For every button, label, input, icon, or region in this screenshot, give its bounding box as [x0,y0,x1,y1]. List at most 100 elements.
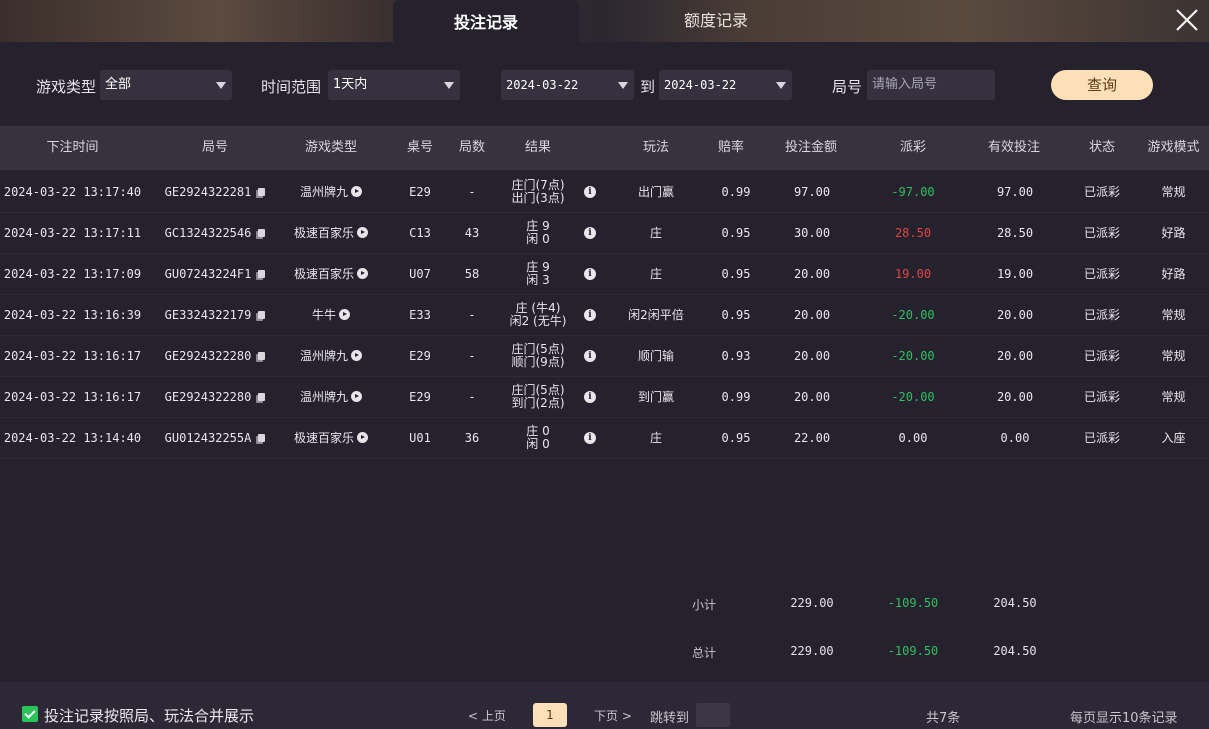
query-button[interactable]: 查询 [1051,70,1153,100]
game-type-cell: 温州牌九 [285,335,377,376]
table-cell-text: E33 [409,307,431,322]
result-line: 闲2 (无牛) [509,313,567,328]
tab-credit-records[interactable]: 额度记录 [640,0,792,38]
info-icon[interactable]: i [584,267,596,280]
odds-cell: 0.99 [710,376,762,417]
copy-icon[interactable] [258,228,266,237]
mode-cell-text: 常规 [1161,308,1186,322]
header-table: 桌号 [406,140,433,155]
bet-time-cell: 2024-03-22 13:16:17 [0,376,145,417]
game-type-cell: 极速百家乐 [285,212,377,253]
payout-cell-text: 19.00 [894,266,932,281]
table-row: 2024-03-22 13:16:17 GE2924322280 温州牌九 E29 - 庄… [0,376,1209,418]
play-icon[interactable] [351,186,362,197]
info-icon[interactable]: i [584,185,596,198]
count-cell-text: - [468,348,476,363]
status-cell-text: 已派彩 [1083,308,1120,322]
play-icon[interactable] [357,227,368,238]
round-cell: GE2924322280 [155,335,275,376]
info-icon[interactable]: i [584,431,596,444]
play-icon[interactable] [351,391,362,402]
page-number-current[interactable]: 1 [533,703,567,727]
table-cell: U01 [400,417,440,458]
count-cell-text: 58 [464,266,480,281]
mode-cell-text: 常规 [1161,390,1186,404]
game-type-label: 游戏类型 [36,78,97,96]
header-valid-bet: 有效投注 [987,140,1040,155]
payout-cell-text: -97.00 [891,184,935,199]
prev-page-link[interactable]: < 上页 [468,707,506,724]
valid-bet-cell-text: 19.00 [996,266,1034,281]
total-count: 共7条 [926,711,961,726]
date-from-picker[interactable]: 2024-03-22 [501,70,634,100]
header-mode: 游戏模式 [1147,140,1200,155]
time-range-select[interactable]: 1天内 [328,70,460,100]
mode-cell: 好路 [1140,212,1207,253]
time-range-label: 时间范围 [261,78,322,96]
result-line: 闲 3 [526,272,550,287]
valid-bet-cell-text: 20.00 [996,389,1034,404]
info-icon[interactable]: i [584,308,596,321]
next-page-link[interactable]: 下页 > [594,707,632,724]
payout-cell-text: 0.00 [898,430,928,445]
copy-icon[interactable] [258,433,266,442]
table-cell-text: U07 [409,266,431,281]
bet-time-cell-text: 2024-03-22 13:16:17 [3,348,142,363]
subtotal-valid: 204.50 [993,596,1037,610]
header-status: 状态 [1088,140,1115,155]
round-cell-text: GC1324322546 [164,225,252,240]
result-line: 闲 0 [526,436,550,451]
valid-bet-cell: 0.00 [974,417,1056,458]
play-cell-text: 庄 [649,226,662,240]
info-icon[interactable]: i [584,226,596,239]
game-type-cell: 温州牌九 [285,376,377,417]
info-icon: i [582,294,598,335]
merge-label: 投注记录按照局、玩法合并展示 [44,707,255,725]
mode-cell-text: 好路 [1161,267,1186,281]
result-cell: 庄门(5点) 到门(2点) [500,376,576,417]
result-line: 出门(3点) [511,190,565,205]
play-icon[interactable] [339,309,350,320]
mode-cell: 好路 [1140,253,1207,294]
info-icon[interactable]: i [584,349,596,362]
game-type-cell: 牛牛 [285,294,377,335]
merge-checkbox[interactable] [22,706,38,722]
play-icon[interactable] [351,350,362,361]
header-count: 局数 [458,140,485,155]
count-cell: - [452,376,492,417]
copy-icon[interactable] [258,187,266,196]
round-cell-text: GE2924322281 [164,184,252,199]
round-input[interactable]: 请输入局号 [867,70,995,100]
copy-icon[interactable] [258,392,266,401]
bet-time-cell-text: 2024-03-22 13:16:17 [3,389,142,404]
date-to-picker[interactable]: 2024-03-22 [659,70,792,100]
copy-icon[interactable] [258,269,266,278]
status-cell: 已派彩 [1076,253,1128,294]
table-cell: E29 [400,376,440,417]
game-type-select[interactable]: 全部 [100,70,232,100]
info-icon[interactable]: i [584,390,596,403]
tab-bet-records[interactable]: 投注记录 [393,0,579,42]
result-line: 顺门(9点) [511,354,565,369]
payout-cell-text: -20.00 [891,348,935,363]
top-tab-bar [0,0,1209,42]
copy-icon[interactable] [258,310,266,319]
payout-cell: -20.00 [872,376,954,417]
close-icon[interactable] [1174,7,1200,33]
table-row: 2024-03-22 13:17:40 GE2924322281 温州牌九 E29 - 庄… [0,171,1209,213]
table-cell: U07 [400,253,440,294]
mode-cell: 常规 [1140,294,1207,335]
bet-amount-cell-text: 20.00 [793,348,831,363]
result-line: 庄 0 [526,423,550,438]
play-icon[interactable] [357,268,368,279]
round-cell: GE3324322179 [155,294,275,335]
play-icon[interactable] [357,432,368,443]
round-cell-text: GE2924322280 [164,389,252,404]
odds-cell-text: 0.95 [721,430,751,445]
jump-page-input[interactable] [696,703,730,727]
copy-icon[interactable] [258,351,266,360]
bet-time-cell: 2024-03-22 13:17:11 [0,212,145,253]
play-cell-text: 顺门输 [637,349,674,363]
mode-cell: 常规 [1140,376,1207,417]
play-cell-text: 闲2闲平倍 [628,308,684,322]
